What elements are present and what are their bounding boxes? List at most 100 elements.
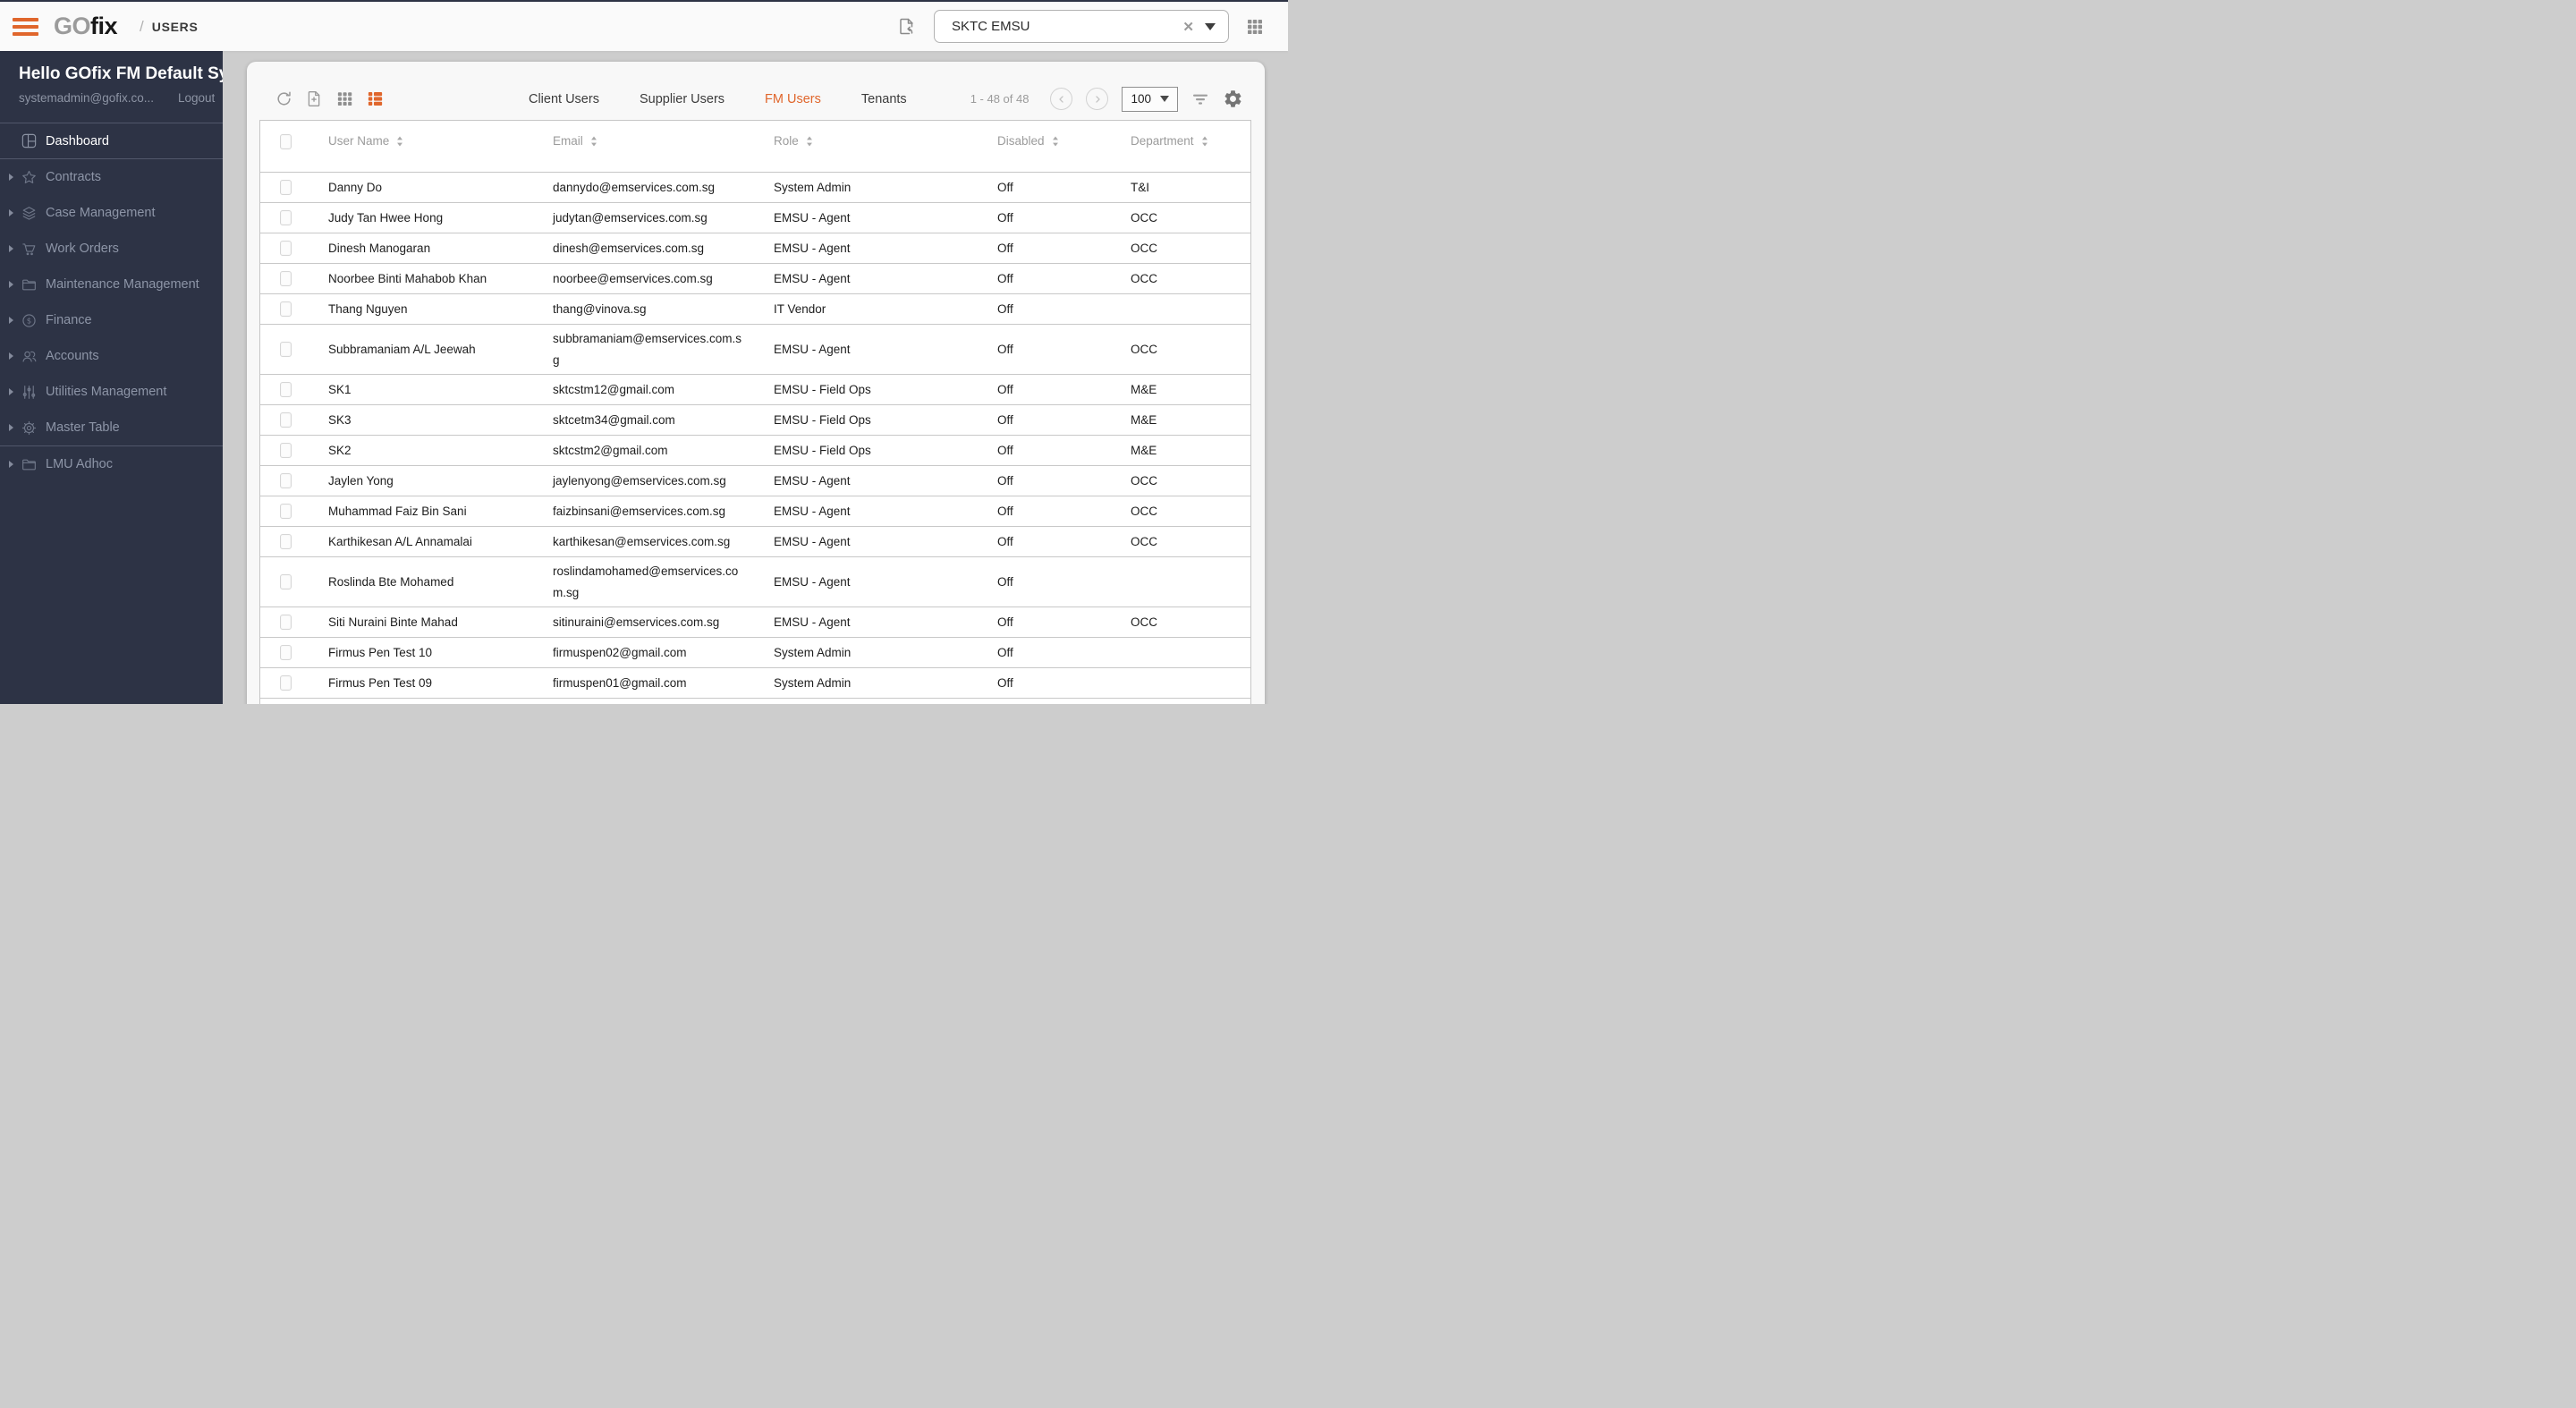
cell-role: EMSU - Agent: [774, 474, 851, 488]
refresh-icon[interactable]: [275, 89, 293, 108]
user-type-tabs: Client Users Supplier Users FM Users Tenant…: [385, 92, 970, 106]
grid-view-icon[interactable]: [335, 89, 354, 108]
sidebar-item-accounts[interactable]: Accounts: [0, 338, 223, 374]
cell-name: Jaylen Yong: [328, 474, 394, 488]
cell-disabled: Off: [997, 242, 1013, 255]
table-row[interactable]: SK3 sktcetm34@gmail.com EMSU - Field Ops Of…: [260, 405, 1250, 436]
sidebar-item-finance[interactable]: $ Finance: [0, 302, 223, 338]
app-logo[interactable]: GO fix: [54, 13, 118, 40]
row-checkbox[interactable]: [279, 342, 292, 357]
row-checkbox[interactable]: [279, 382, 292, 397]
sidebar-item-work-orders[interactable]: Work Orders: [0, 231, 223, 267]
tab-supplier-users[interactable]: Supplier Users: [640, 92, 724, 106]
table-row[interactable]: Muhammad Faiz Bin Sani faizbinsani@emserv…: [260, 496, 1250, 527]
dropdown-caret-icon[interactable]: [1205, 22, 1216, 30]
org-selector-dropdown[interactable]: SKTC EMSU ✕: [934, 10, 1229, 43]
row-checkbox[interactable]: [279, 271, 292, 286]
tab-fm-users[interactable]: FM Users: [765, 92, 821, 106]
table-body: Danny Do dannydo@emservices.com.sg System …: [260, 173, 1250, 699]
row-checkbox[interactable]: [279, 504, 292, 519]
row-checkbox[interactable]: [279, 241, 292, 256]
sidebar-item-contracts[interactable]: Contracts: [0, 159, 223, 195]
list-view-icon[interactable]: [366, 89, 385, 108]
row-checkbox[interactable]: [279, 301, 292, 317]
sort-icon[interactable]: [396, 135, 403, 147]
cell-name: Subbramaniam A/L Jeewah: [328, 343, 476, 356]
table-row[interactable]: Danny Do dannydo@emservices.com.sg System …: [260, 173, 1250, 203]
apps-grid-icon[interactable]: [1245, 17, 1265, 37]
hamburger-menu-icon[interactable]: [13, 17, 38, 36]
tab-client-users[interactable]: Client Users: [529, 92, 599, 106]
table-row[interactable]: Firmus Pen Test 09 firmuspen01@gmail.com S…: [260, 668, 1250, 699]
sidebar-item-maintenance-management[interactable]: Maintenance Management: [0, 267, 223, 302]
sidebar-item-lmu-adhoc[interactable]: LMU Adhoc: [0, 446, 223, 482]
sidebar-item-master-table[interactable]: Master Table: [0, 410, 223, 445]
row-checkbox-cell: [260, 534, 310, 549]
sidebar-item-dashboard[interactable]: Dashboard: [0, 123, 223, 159]
sort-icon[interactable]: [1052, 135, 1059, 147]
table-row[interactable]: SK1 sktcstm12@gmail.com EMSU - Field Ops Of…: [260, 375, 1250, 405]
cell-department: OCC: [1131, 474, 1157, 488]
row-checkbox[interactable]: [279, 443, 292, 458]
cell-role: EMSU - Agent: [774, 343, 851, 356]
row-checkbox[interactable]: [279, 473, 292, 488]
prev-page-button[interactable]: [1050, 88, 1073, 110]
column-header-department[interactable]: Department: [1122, 134, 1250, 148]
table-row[interactable]: Judy Tan Hwee Hong judytan@emservices.com…: [260, 203, 1250, 233]
row-checkbox[interactable]: [279, 210, 292, 225]
column-header-disabled[interactable]: Disabled: [979, 134, 1122, 148]
sidebar-item-utilities-management[interactable]: Utilities Management: [0, 374, 223, 410]
sort-icon[interactable]: [1201, 135, 1208, 147]
table-row[interactable]: Firmus Pen Test 10 firmuspen02@gmail.com S…: [260, 638, 1250, 668]
people-icon: [21, 348, 46, 365]
dashboard-icon: [21, 132, 46, 149]
column-header-role[interactable]: Role: [765, 134, 979, 148]
table-row[interactable]: Jaylen Yong jaylenyong@emservices.com.sg E…: [260, 466, 1250, 496]
cell-name: Danny Do: [328, 181, 383, 194]
document-export-icon[interactable]: [896, 16, 918, 38]
column-header-label: Email: [553, 134, 583, 148]
table-row[interactable]: Noorbee Binti Mahabob Khan noorbee@emserv…: [260, 264, 1250, 294]
logout-button[interactable]: Logout: [178, 91, 215, 105]
table-row[interactable]: SK2 sktcstm2@gmail.com EMSU - Field Ops Off…: [260, 436, 1250, 466]
row-checkbox[interactable]: [279, 645, 292, 660]
breadcrumb-page-title: USERS: [151, 19, 199, 34]
row-checkbox-cell: [260, 504, 310, 519]
table-row[interactable]: Roslinda Bte Mohamed roslindamohamed@emse…: [260, 557, 1250, 607]
breadcrumb-separator: /: [140, 17, 144, 35]
cell-disabled: Off: [997, 444, 1013, 457]
sort-icon[interactable]: [590, 135, 597, 147]
sidebar-item-case-management[interactable]: Case Management: [0, 195, 223, 231]
table-row[interactable]: Siti Nuraini Binte Mahad sitinuraini@emse…: [260, 607, 1250, 638]
cell-email: firmuspen01@gmail.com: [553, 675, 687, 690]
star-icon: [21, 169, 46, 186]
row-checkbox[interactable]: [279, 412, 292, 428]
table-row[interactable]: Karthikesan A/L Annamalai karthikesan@ems…: [260, 527, 1250, 557]
row-checkbox[interactable]: [279, 180, 292, 195]
cell-department: OCC: [1131, 343, 1157, 356]
clear-selection-icon[interactable]: ✕: [1182, 19, 1194, 35]
next-page-button[interactable]: [1086, 88, 1109, 110]
table-row[interactable]: Dinesh Manogaran dinesh@emservices.com.sg…: [260, 233, 1250, 264]
cell-email: judytan@emservices.com.sg: [553, 210, 708, 225]
sidebar-greeting: Hello GOfix FM Default Sy: [19, 64, 223, 83]
row-checkbox-cell: [260, 473, 310, 488]
row-checkbox[interactable]: [279, 574, 292, 589]
row-checkbox[interactable]: [279, 675, 292, 691]
sidebar-account-row: systemadmin@gofix.co... Logout: [19, 91, 223, 105]
row-checkbox-cell: [260, 271, 310, 286]
row-checkbox[interactable]: [279, 615, 292, 630]
expand-caret-icon: [9, 424, 21, 431]
table-row[interactable]: Subbramaniam A/L Jeewah subbramaniam@emse…: [260, 325, 1250, 375]
row-checkbox[interactable]: [279, 534, 292, 549]
filter-icon[interactable]: [1191, 90, 1209, 108]
settings-gear-icon[interactable]: [1223, 89, 1243, 109]
select-all-checkbox[interactable]: [279, 134, 292, 149]
column-header-user-name[interactable]: User Name: [310, 134, 544, 148]
column-header-email[interactable]: Email: [544, 134, 765, 148]
page-size-select[interactable]: 100: [1122, 86, 1178, 112]
sort-icon[interactable]: [806, 135, 813, 147]
table-row[interactable]: Thang Nguyen thang@vinova.sg IT Vendor Off: [260, 294, 1250, 325]
tab-tenants[interactable]: Tenants: [861, 92, 907, 106]
add-record-icon[interactable]: [305, 89, 324, 108]
